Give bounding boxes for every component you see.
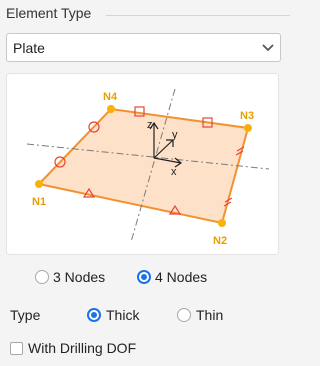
drilling-dof-label[interactable]: With Drilling DOF <box>28 340 136 356</box>
radio-4-nodes-label[interactable]: 4 Nodes <box>155 269 207 285</box>
node-label-n4: N4 <box>103 91 118 103</box>
axis-label-y: y <box>172 129 178 141</box>
radio-thin-label[interactable]: Thin <box>196 307 223 323</box>
plate-element-diagram: z y x N1 N2 N3 N4 <box>6 73 279 255</box>
node-n2 <box>218 219 226 227</box>
plate-surface <box>37 107 250 225</box>
element-type-group-header: Element Type <box>6 4 290 24</box>
node-n4 <box>107 105 115 113</box>
group-divider <box>106 15 290 16</box>
node-label-n2: N2 <box>213 235 227 247</box>
type-label: Type <box>10 307 41 323</box>
radio-thick[interactable] <box>87 308 101 322</box>
group-title: Element Type <box>6 5 98 21</box>
select-value: Plate <box>13 40 45 56</box>
plate-diagram-svg: z y x N1 N2 N3 N4 <box>26 88 270 247</box>
element-type-select[interactable]: Plate <box>6 33 281 62</box>
radio-3-nodes[interactable] <box>35 270 49 284</box>
chevron-down-icon <box>262 44 274 52</box>
radio-thin[interactable] <box>177 308 191 322</box>
drilling-dof-checkbox[interactable] <box>10 342 23 355</box>
node-n3 <box>244 124 252 132</box>
radio-thick-label[interactable]: Thick <box>106 307 139 323</box>
axis-label-x: x <box>171 166 177 178</box>
radio-4-nodes[interactable] <box>137 270 151 284</box>
node-label-n3: N3 <box>240 110 254 122</box>
axis-label-z: z <box>147 119 153 131</box>
radio-3-nodes-label[interactable]: 3 Nodes <box>53 269 105 285</box>
node-n1 <box>35 180 43 188</box>
node-label-n1: N1 <box>32 196 46 208</box>
